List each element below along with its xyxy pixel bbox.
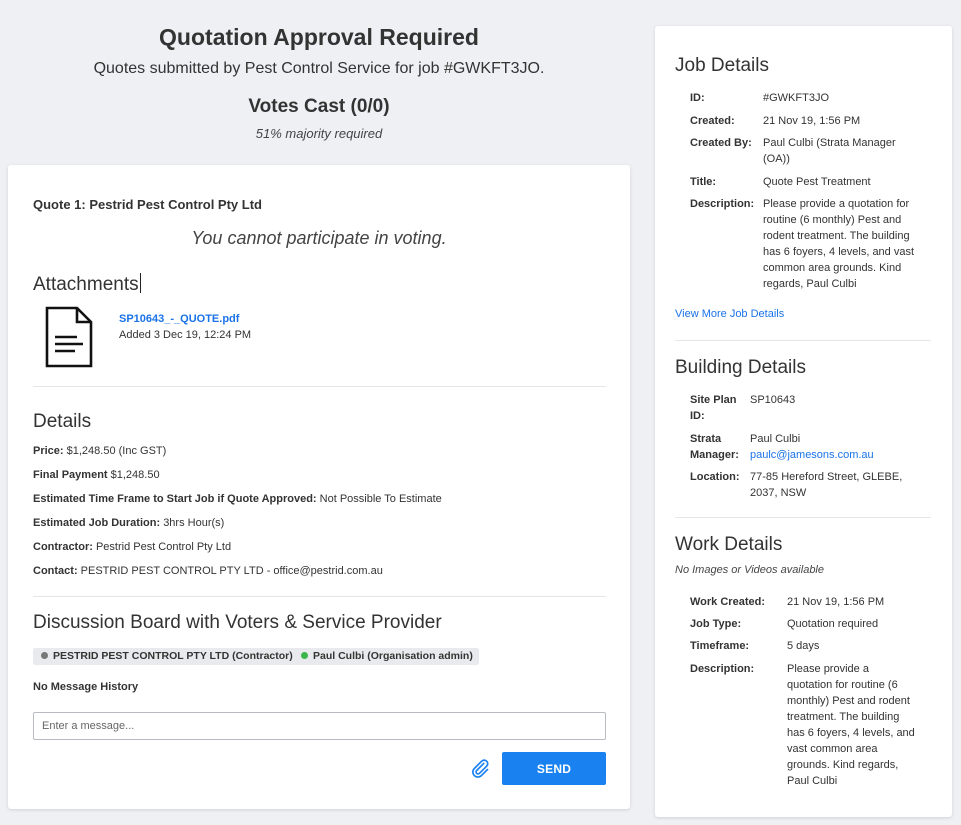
strata-manager-label: Strata Manager: [690,433,739,461]
detail-value: Not Possible To Estimate [319,493,442,505]
detail-duration: Estimated Job Duration: 3hrs Hour(s) [33,517,224,529]
detail-value: $1,248.50 [110,469,160,481]
job-description-value: Please provide a quotation for routine (… [763,198,915,290]
document-icon[interactable] [45,306,93,368]
strata-manager-name: Paul Culbi [750,433,801,445]
no-message-history: No Message History [33,681,139,693]
participant-chip-contractor: PESTRID PEST CONTROL PTY LTD (Contractor… [33,648,299,665]
strata-manager-value: Paul Culbi paulc@jamesons.com.au [750,431,920,463]
send-button[interactable]: SEND [502,752,606,785]
detail-value: 3hrs Hour(s) [163,517,225,529]
detail-value: Pestrid Pest Control Pty Ltd [95,541,232,553]
work-description-label: Description: [690,663,755,675]
majority-note: 51% majority required [255,126,383,141]
job-title-label: Title: [690,176,717,188]
detail-label: Estimated Time Frame to Start Job if Quo… [33,493,317,505]
work-details-heading: Work Details [675,534,783,555]
building-details-heading: Building Details [675,357,806,378]
timeframe-value: 5 days [787,640,820,652]
site-plan-value: SP10643 [750,394,796,406]
work-description-value: Please provide a quotation for routine (… [787,663,915,787]
divider [33,596,606,597]
site-plan-label: Site Plan ID: [690,394,737,422]
message-input[interactable] [33,712,606,740]
detail-final-payment: Final Payment $1,248.50 [33,469,160,481]
quote-title: Quote 1: Pestrid Pest Control Pty Ltd [33,197,262,212]
attachment-added: Added 3 Dec 19, 12:24 PM [119,329,252,341]
divider [33,386,606,387]
job-created-label: Created: [690,115,735,127]
detail-value: $1,248.50 (Inc GST) [66,445,167,457]
location-value: 77-85 Hereford Street, GLEBE, 2037, NSW [750,471,903,499]
details-heading: Details [33,411,92,432]
job-id-value: #GWKFT3JO [763,92,830,104]
job-details-heading: Job Details [675,55,769,76]
divider [675,340,931,341]
voting-notice: You cannot participate in voting. [191,228,447,248]
location-label: Location: [690,471,740,483]
job-type-value: Quotation required [787,618,879,630]
attachments-heading-text: Attachments [33,274,139,295]
paperclip-icon[interactable] [470,758,490,778]
timeframe-label: Timeframe: [690,640,750,652]
detail-label: Contractor: [33,541,93,553]
detail-value: PESTRID PEST CONTROL PTY LTD - office@pe… [80,565,383,577]
discussion-heading: Discussion Board with Voters & Service P… [33,612,442,633]
job-type-label: Job Type: [690,618,742,630]
job-title-value: Quote Pest Treatment [763,176,871,188]
detail-contractor: Contractor: Pestrid Pest Control Pty Ltd [33,541,231,553]
job-created-by-value: Paul Culbi (Strata Manager (OA)) [763,137,896,165]
detail-label: Contact: [33,565,78,577]
job-id-label: ID: [690,92,705,104]
work-created-value: 21 Nov 19, 1:56 PM [787,596,885,608]
attachment-link[interactable]: SP10643_-_QUOTE.pdf [119,313,239,325]
no-media-note: No Images or Videos available [675,564,824,576]
quote-card: Quote 1: Pestrid Pest Control Pty Ltd Yo… [8,165,630,809]
detail-label: Estimated Job Duration: [33,517,161,529]
text-caret [139,273,141,293]
work-created-label: Work Created: [690,596,765,608]
page-subtitle: Quotes submitted by Pest Control Service… [93,60,545,77]
status-dot-icon [301,652,308,659]
view-more-job-details-link[interactable]: View More Job Details [675,308,784,320]
detail-time-frame: Estimated Time Frame to Start Job if Quo… [33,493,442,505]
job-created-value: 21 Nov 19, 1:56 PM [763,115,861,127]
participant-chip-admin: Paul Culbi (Organisation admin) [293,648,479,665]
status-dot-icon [41,652,48,659]
divider [675,517,931,518]
approval-header: Quotation Approval Required Quotes submi… [8,0,630,160]
job-description-label: Description: [690,198,755,210]
detail-contact: Contact: PESTRID PEST CONTROL PTY LTD - … [33,565,383,577]
page-title: Quotation Approval Required [159,24,479,50]
job-created-by-label: Created By: [690,137,752,149]
participant-label: Paul Culbi (Organisation admin) [313,650,473,662]
strata-manager-email-link[interactable]: paulc@jamesons.com.au [750,449,874,461]
sidebar-panel: Job Details ID: #GWKFT3JO Created: 21 No… [655,26,952,817]
votes-cast: Votes Cast (0/0) [248,96,390,117]
participant-label: PESTRID PEST CONTROL PTY LTD (Contractor… [53,650,293,662]
detail-price: Price: $1,248.50 (Inc GST) [33,445,166,457]
detail-label: Price: [33,445,64,457]
detail-label: Final Payment [33,469,108,481]
attachments-heading: Attachments [33,273,141,296]
